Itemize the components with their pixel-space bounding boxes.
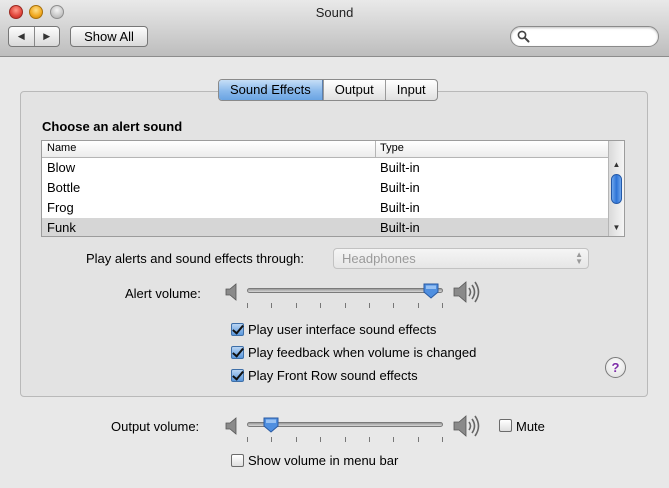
- alert-sound-heading: Choose an alert sound: [42, 119, 183, 134]
- table-row[interactable]: Bottle Built-in: [42, 178, 609, 198]
- slider-tick: [418, 437, 419, 442]
- slider-tick: [442, 303, 443, 308]
- slider-tick: [320, 303, 321, 308]
- ui-sound-effects-label[interactable]: Play user interface sound effects: [248, 322, 436, 337]
- mute-label[interactable]: Mute: [516, 419, 545, 434]
- back-button[interactable]: ◀: [9, 27, 34, 46]
- slider-tick: [345, 303, 346, 308]
- slider-tick: [247, 437, 248, 442]
- column-header-type[interactable]: Type: [380, 142, 404, 154]
- show-volume-menu-bar-label[interactable]: Show volume in menu bar: [248, 453, 398, 468]
- slider-tick: [369, 437, 370, 442]
- column-header-name[interactable]: Name: [47, 142, 76, 154]
- scroll-up-arrow-icon[interactable]: ▲: [609, 159, 624, 171]
- slider-tick: [271, 437, 272, 442]
- column-divider: [375, 141, 376, 158]
- table-row[interactable]: Blow Built-in: [42, 158, 609, 178]
- slider-tick: [393, 437, 394, 442]
- slider-tick: [442, 437, 443, 442]
- speaker-high-icon: [453, 415, 480, 437]
- speaker-low-icon: [225, 417, 237, 435]
- slider-tick: [247, 303, 248, 308]
- tab-bar: Sound Effects Output Input: [218, 79, 438, 101]
- slider-tick: [369, 303, 370, 308]
- table-row-selected[interactable]: Funk Built-in: [42, 218, 609, 236]
- alert-volume-track[interactable]: [247, 288, 443, 293]
- output-volume-slider-knob[interactable]: [263, 417, 279, 433]
- slider-tick: [271, 303, 272, 308]
- row-type: Built-in: [380, 220, 420, 235]
- toolbar: Sound ◀ ▶ Show All: [0, 0, 669, 57]
- play-through-label: Play alerts and sound effects through:: [86, 251, 305, 266]
- ui-sound-effects-checkbox[interactable]: [231, 323, 244, 336]
- table-header: Name Type: [42, 141, 609, 158]
- popup-arrows-icon: ▲ ▼: [575, 250, 583, 266]
- alert-volume-label: Alert volume:: [125, 286, 201, 301]
- speaker-high-icon: [453, 281, 480, 303]
- volume-feedback-label[interactable]: Play feedback when volume is changed: [248, 345, 476, 360]
- front-row-effects-label[interactable]: Play Front Row sound effects: [248, 368, 418, 383]
- play-through-popup[interactable]: Headphones ▲ ▼: [333, 248, 589, 269]
- help-button[interactable]: ?: [605, 357, 626, 378]
- nav-buttons: ◀ ▶: [8, 26, 60, 47]
- slider-tick: [296, 303, 297, 308]
- row-type: Built-in: [380, 200, 420, 215]
- alert-sound-table[interactable]: Name Type Blow Built-in Bottle Built-in …: [41, 140, 625, 237]
- volume-feedback-checkbox[interactable]: [231, 346, 244, 359]
- table-row[interactable]: Frog Built-in: [42, 198, 609, 218]
- slider-tick: [393, 303, 394, 308]
- tab-sound-effects[interactable]: Sound Effects: [219, 80, 323, 100]
- row-name: Frog: [47, 200, 74, 215]
- slider-tick: [345, 437, 346, 442]
- scroll-thumb[interactable]: [611, 174, 622, 204]
- slider-tick: [418, 303, 419, 308]
- slider-tick: [320, 437, 321, 442]
- row-type: Built-in: [380, 160, 420, 175]
- search-input[interactable]: [533, 29, 653, 44]
- window-title: Sound: [315, 5, 354, 20]
- mute-checkbox[interactable]: [499, 419, 512, 432]
- table-scrollbar[interactable]: ▲ ▼: [608, 141, 624, 236]
- search-icon: [517, 30, 530, 43]
- tab-input[interactable]: Input: [384, 80, 437, 100]
- row-type: Built-in: [380, 180, 420, 195]
- forward-button[interactable]: ▶: [33, 27, 60, 46]
- alert-volume-ticks: [247, 303, 443, 308]
- output-volume-label: Output volume:: [111, 419, 200, 434]
- search-field[interactable]: [510, 26, 659, 47]
- play-through-value: Headphones: [342, 251, 416, 266]
- show-all-button[interactable]: Show All: [70, 26, 148, 47]
- row-name: Blow: [47, 160, 76, 175]
- output-volume-ticks: [247, 437, 443, 442]
- front-row-effects-checkbox[interactable]: [231, 369, 244, 382]
- scroll-down-arrow-icon[interactable]: ▼: [609, 222, 624, 234]
- speaker-low-icon: [225, 283, 237, 301]
- show-volume-menu-bar-checkbox[interactable]: [231, 454, 244, 467]
- alert-volume-slider-knob[interactable]: [423, 283, 439, 299]
- tab-output[interactable]: Output: [322, 80, 385, 100]
- row-name: Funk: [47, 220, 76, 235]
- row-name: Bottle: [47, 180, 81, 195]
- slider-tick: [296, 437, 297, 442]
